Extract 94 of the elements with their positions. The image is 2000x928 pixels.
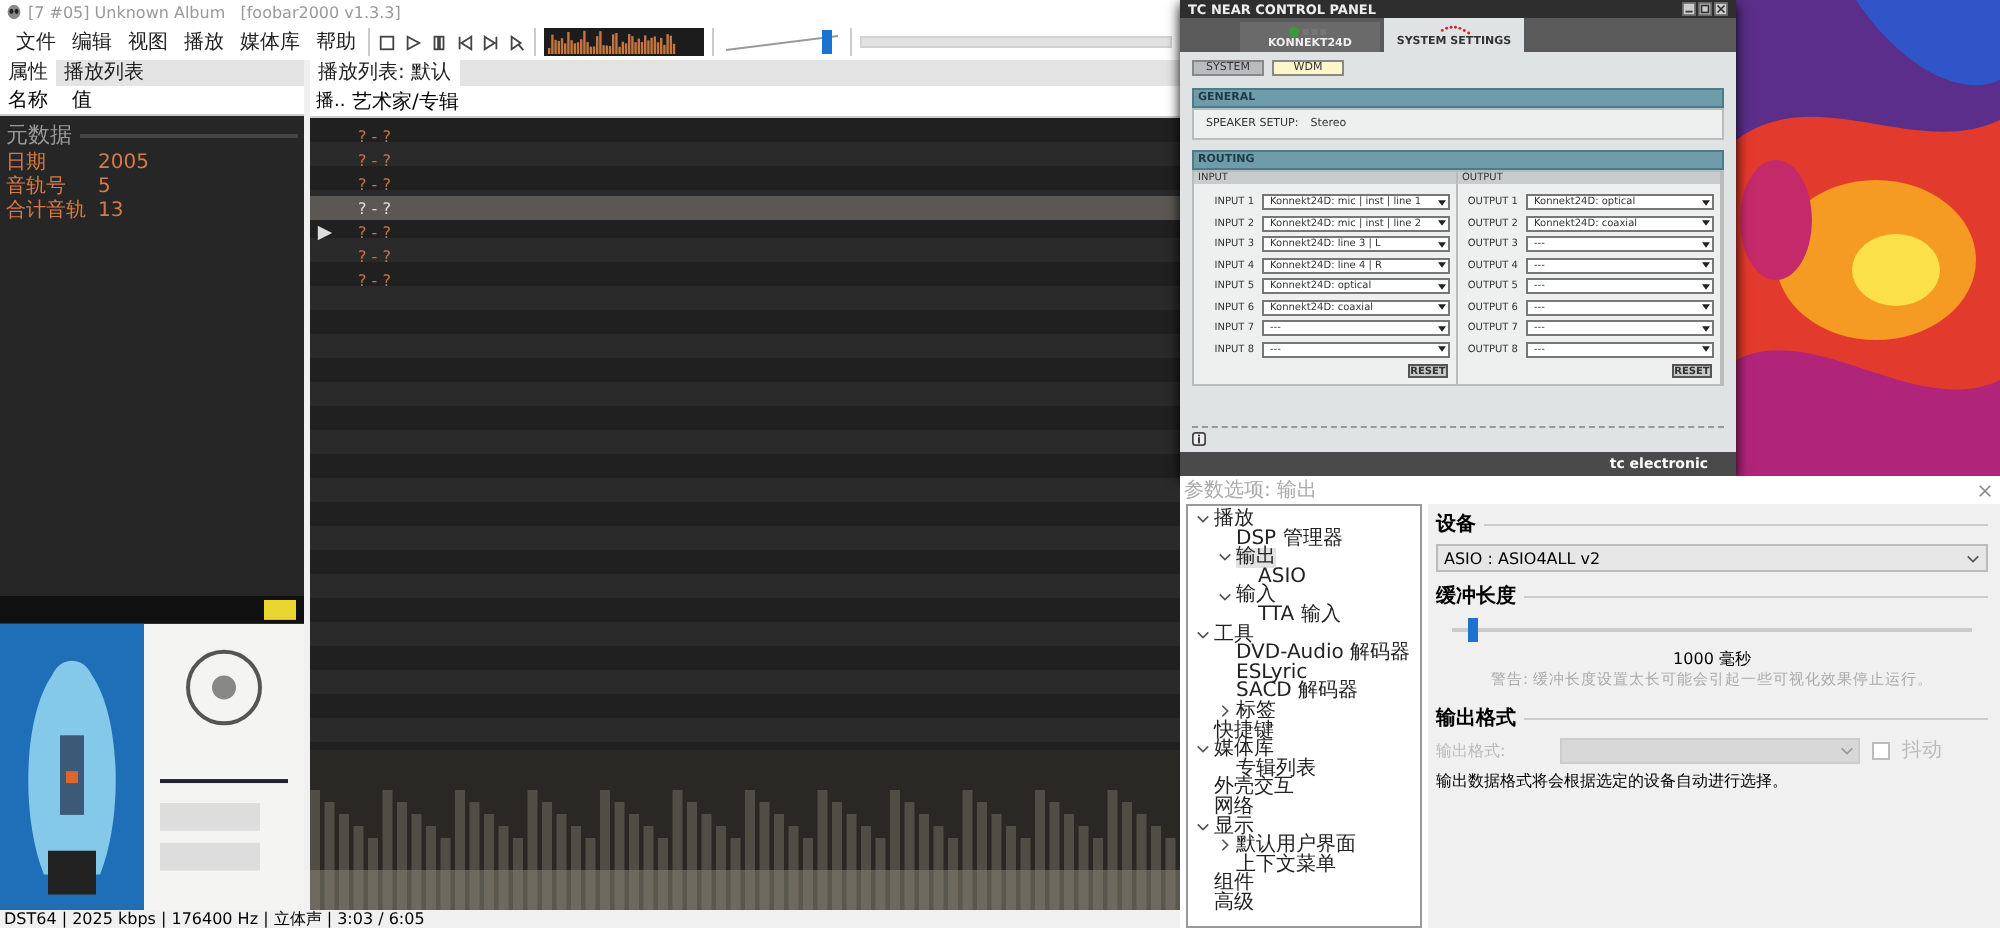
tree-item[interactable]: ASIO [1258,567,1307,587]
property-value: 2005 [98,151,149,173]
chevron-right-icon[interactable] [1218,838,1232,853]
playlist-row[interactable]: ? - ? [310,268,1180,292]
tree-item[interactable]: 标签 [1236,701,1276,722]
menu-item[interactable]: 帮助 [312,28,360,56]
chevron-right-icon[interactable] [1218,704,1232,719]
stop-icon[interactable] [378,33,396,51]
next-icon[interactable] [482,33,500,51]
dropdown-arrow-icon [1438,241,1446,248]
menu-item[interactable]: 编辑 [68,28,116,56]
property-name: 音轨号 [4,173,68,199]
group-heading: 元数据 [6,120,72,150]
alien-icon [6,4,22,20]
tree-item[interactable]: SACD 解码器 [1236,682,1359,702]
window-title: 参数选项: 输出 [1184,477,1318,504]
playlist-row[interactable]: ? - ? [310,244,1180,268]
playlist-tab[interactable]: 播放列表: 默认 [310,60,460,86]
tree-item[interactable]: DVD-Audio 解码器 [1236,644,1411,664]
section-heading: 缓冲长度 [1436,582,1516,610]
tree-item[interactable]: 网络 [1214,797,1254,817]
tree-item[interactable]: 输入 [1236,586,1276,606]
tree-item[interactable]: 输出 [1236,548,1276,568]
section-heading: 设备 [1436,511,1476,538]
chevron-down-icon[interactable] [1218,550,1232,565]
minimize-icon[interactable] [1682,2,1696,16]
tree-item[interactable]: 播放 [1214,510,1254,530]
chevron-down-icon[interactable] [1196,819,1210,834]
tree-item[interactable]: 外壳交互 [1214,778,1294,798]
chevron-down-icon [1966,551,1980,565]
play-icon[interactable] [404,33,422,51]
panel-tab[interactable]: 播放列表 [56,60,152,86]
dropdown-arrow-icon [1702,283,1710,290]
dropdown-arrow-icon [1702,304,1710,311]
chevron-down-icon[interactable] [1196,742,1210,757]
tree-item[interactable]: 组件 [1214,874,1254,894]
pause-icon[interactable] [430,33,448,51]
format-note: 输出数据格式将会根据选定的设备自动进行选择。 [1436,770,1790,792]
close-icon[interactable] [1714,2,1728,16]
property-value: 13 [98,199,124,221]
chevron-down-icon[interactable] [1218,589,1232,604]
tree-item[interactable]: 上下文菜单 [1236,855,1336,875]
tree-item[interactable]: 专辑列表 [1236,759,1316,779]
dropdown-arrow-icon [1702,241,1710,248]
menu-item[interactable]: 文件 [12,28,60,56]
chevron-down-icon[interactable] [1196,512,1210,527]
column-header[interactable]: 艺术家/专辑 [352,87,459,115]
chevron-down-icon[interactable] [1196,627,1210,642]
playlist-row[interactable]: ? - ? [310,196,1180,220]
dropdown-arrow-icon [1702,262,1710,269]
close-icon[interactable] [1978,483,1992,497]
maximize-icon[interactable] [1698,2,1712,16]
tree-item[interactable]: 默认用户界面 [1236,836,1356,856]
dropdown-arrow-icon [1438,283,1446,290]
dropdown-arrow-icon [1438,262,1446,269]
dropdown-arrow-icon [1438,346,1446,353]
playlist-row[interactable]: ? - ? [310,148,1180,172]
tree-item[interactable]: 显示 [1214,817,1254,837]
buffer-reading: 1000 毫秒 [1671,648,1753,670]
dropdown-arrow-icon [1438,220,1446,227]
chevron-down-icon [1840,743,1854,757]
dropdown-arrow-icon [1702,220,1710,227]
playlist-row[interactable]: ? - ? [310,220,1180,244]
window-title: [7 #05] Unknown Album [foobar2000 v1.3.3] [28,3,401,21]
property-value: 5 [98,175,111,197]
volume-slider[interactable] [722,30,842,54]
property-name: 合计音轨 [4,197,88,224]
tree-item[interactable]: ESLyric [1236,663,1308,683]
device-dropdown[interactable]: ASIO : ASIO4ALL v2 [1436,544,1988,572]
dropdown-arrow-icon [1438,325,1446,332]
tree-item[interactable]: TTA 输入 [1258,605,1341,626]
playlist-row[interactable]: ? - ? [310,172,1180,196]
panel-tab[interactable]: 属性 [0,60,56,86]
tree-item[interactable]: 快捷键 [1214,721,1274,741]
info-icon[interactable] [1192,432,1206,446]
property-name: 日期 [4,149,48,175]
column-header[interactable]: 值 [72,86,92,114]
tree-item[interactable]: 工具 [1214,625,1254,645]
dropdown-arrow-icon [1702,325,1710,332]
dropdown-arrow-icon [1702,199,1710,206]
section-heading: 输出格式 [1436,705,1516,732]
menu-item[interactable]: 播放 [180,28,228,56]
tree-item[interactable]: 高级 [1214,893,1254,913]
dropdown-arrow-icon [1702,346,1710,353]
tree-item[interactable]: 媒体库 [1214,740,1274,760]
dropdown-arrow-icon [1438,199,1446,206]
led-icon [1288,25,1332,37]
playlist-row[interactable]: ? - ? [310,124,1180,148]
column-header[interactable]: 播.. [310,88,352,114]
previous-icon[interactable] [456,33,474,51]
column-header[interactable]: 名称 [0,86,72,114]
menu-item[interactable]: 媒体库 [236,28,304,56]
menu-item[interactable]: 视图 [124,28,172,56]
dropdown-arrow-icon [1438,304,1446,311]
